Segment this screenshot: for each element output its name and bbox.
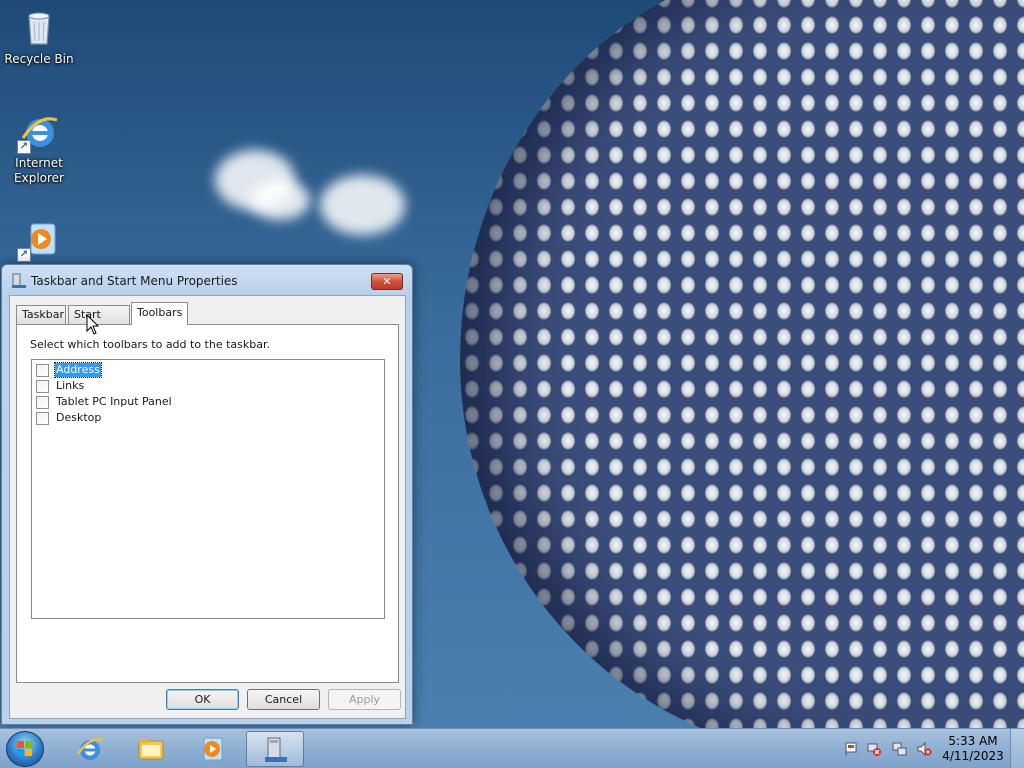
- building-dome: [460, 0, 1024, 728]
- apply-button[interactable]: Apply: [328, 689, 401, 710]
- cancel-button[interactable]: Cancel: [247, 689, 320, 710]
- media-player-icon: ↗: [17, 220, 59, 262]
- start-button[interactable]: [6, 731, 44, 767]
- taskbar-properties-icon: [11, 273, 27, 289]
- list-item-address[interactable]: Address: [36, 362, 102, 378]
- dialog-titlebar[interactable]: Taskbar and Start Menu Properties ✕: [2, 265, 412, 295]
- desktop-icon-label: Recycle Bin: [4, 52, 74, 66]
- list-item-desktop[interactable]: Desktop: [36, 410, 102, 426]
- taskbar-properties-window[interactable]: [246, 731, 304, 767]
- internet-explorer-icon: [76, 735, 104, 763]
- list-item-links[interactable]: Links: [36, 378, 85, 394]
- close-button[interactable]: ✕: [371, 273, 403, 290]
- list-item-label: Address: [54, 362, 102, 378]
- list-item-label: Links: [56, 379, 85, 392]
- links-checkbox[interactable]: [36, 379, 49, 393]
- tab-toolbars[interactable]: Toolbars: [131, 302, 188, 325]
- cloud: [320, 175, 405, 235]
- list-item-tablet-pc-input-panel[interactable]: Tablet PC Input Panel: [36, 394, 173, 410]
- taskbar-properties-icon: [262, 736, 290, 764]
- tab-taskbar[interactable]: Taskbar: [16, 305, 66, 324]
- show-desktop-button[interactable]: [1010, 729, 1024, 768]
- desktop-icon-label: Internet Explorer: [14, 156, 64, 185]
- mouse-cursor-icon: [86, 313, 100, 336]
- list-item-label: Tablet PC Input Panel: [56, 395, 172, 408]
- taskbar-internet-explorer[interactable]: [61, 731, 119, 767]
- volume-muted-icon[interactable]: [916, 741, 932, 757]
- toolbars-tab-panel: Select which toolbars to add to the task…: [16, 324, 399, 683]
- media-player-icon: [198, 735, 226, 763]
- windows-logo-icon: [17, 741, 32, 756]
- action-center-flag-icon[interactable]: [843, 741, 859, 757]
- taskbar-properties-dialog: Taskbar and Start Menu Properties ✕ Task…: [1, 264, 413, 725]
- ok-button[interactable]: OK: [166, 689, 239, 710]
- taskbar-clock[interactable]: 5:33 AM 4/11/2023: [940, 734, 1006, 764]
- address-checkbox[interactable]: [36, 363, 49, 377]
- shortcut-arrow-icon: ↗: [17, 140, 31, 154]
- recycle-bin-icon: [19, 8, 59, 48]
- taskbar: 5:33 AM 4/11/2023: [0, 728, 1024, 768]
- folder-icon: [137, 735, 165, 763]
- taskbar-media-player[interactable]: [183, 731, 241, 767]
- desktop-icon-internet-explorer[interactable]: ↗ Internet Explorer: [1, 112, 77, 186]
- toolbars-instructions: Select which toolbars to add to the task…: [30, 338, 270, 351]
- taskbar-file-explorer[interactable]: [122, 731, 180, 767]
- dialog-client-area: Taskbar Start Menu Toolbars Select which…: [9, 295, 406, 719]
- desktop-icon-media-player[interactable]: ↗: [1, 220, 77, 264]
- internet-explorer-icon: ↗: [17, 112, 59, 154]
- clock-time: 5:33 AM: [948, 734, 998, 748]
- clock-date: 4/11/2023: [942, 749, 1004, 763]
- network-icon[interactable]: [891, 741, 907, 757]
- toolbars-listbox[interactable]: Address Links Tablet PC Input Panel Desk…: [31, 359, 385, 619]
- list-item-label: Desktop: [56, 411, 102, 424]
- shortcut-arrow-icon: ↗: [17, 248, 31, 262]
- dialog-title: Taskbar and Start Menu Properties: [31, 274, 238, 288]
- network-error-icon[interactable]: [866, 741, 882, 757]
- tablet-pc-input-panel-checkbox[interactable]: [36, 395, 49, 409]
- desktop-checkbox[interactable]: [36, 411, 49, 425]
- cloud: [250, 180, 310, 220]
- desktop-icon-recycle-bin[interactable]: Recycle Bin: [1, 8, 77, 67]
